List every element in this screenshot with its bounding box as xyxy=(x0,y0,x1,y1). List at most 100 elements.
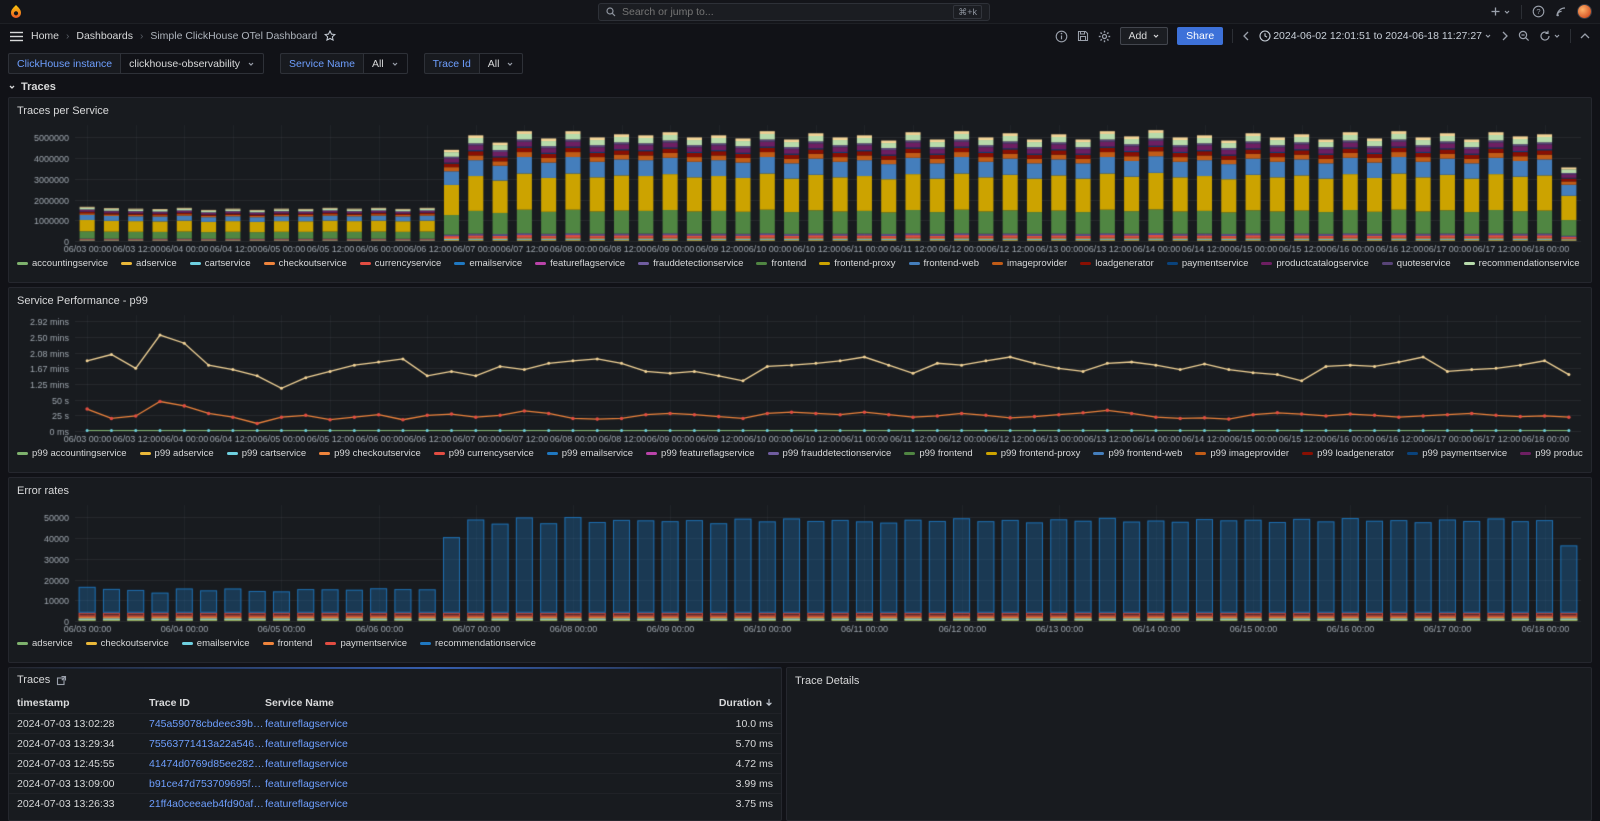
cell-service-link[interactable]: featureflagservice xyxy=(265,778,371,790)
variable-value-dropdown[interactable]: clickhouse-observability xyxy=(120,53,264,74)
legend-item[interactable]: recommendationservice xyxy=(420,638,536,649)
legend-item[interactable]: accountingservice xyxy=(17,258,108,269)
col-trace-id[interactable]: Trace ID xyxy=(149,697,265,709)
legend-item[interactable]: p99 loadgenerator xyxy=(1302,448,1394,459)
legend-item[interactable]: checkoutservice xyxy=(264,258,347,269)
table-row: 2024-07-03 13:02:28745a59078cbdeec39b7..… xyxy=(9,713,781,733)
cell-trace-id-link[interactable]: 745a59078cbdeec39b7... xyxy=(149,718,265,730)
legend-item[interactable]: adservice xyxy=(17,638,73,649)
time-range-text: 2024-06-02 12:01:51 to 2024-06-18 11:27:… xyxy=(1273,30,1482,42)
news-icon[interactable] xyxy=(1555,6,1567,18)
time-back-icon[interactable] xyxy=(1242,31,1250,41)
legend-item[interactable]: recommendationservice xyxy=(1464,258,1580,269)
dashboard-insights-icon[interactable] xyxy=(1055,30,1068,43)
panel-title[interactable]: Trace Details xyxy=(795,673,1583,689)
col-timestamp[interactable]: timestamp xyxy=(17,697,149,709)
time-forward-icon[interactable] xyxy=(1501,31,1509,41)
legend-item[interactable]: p99 productcatalogservice xyxy=(1520,448,1583,459)
legend-item[interactable]: emailservice xyxy=(182,638,250,649)
traces-per-service-chart[interactable] xyxy=(17,119,1585,255)
variable-label[interactable]: Trace Id xyxy=(424,53,479,74)
legend-item[interactable]: frontend-proxy xyxy=(819,258,895,269)
legend-item[interactable]: p99 paymentservice xyxy=(1407,448,1507,459)
legend-item[interactable]: paymentservice xyxy=(1167,258,1249,269)
legend-item[interactable]: productcatalogservice xyxy=(1261,258,1368,269)
breadcrumb-dashboards[interactable]: Dashboards xyxy=(76,30,133,42)
new-button[interactable] xyxy=(1490,6,1511,17)
cell-timestamp: 2024-07-03 13:26:33 xyxy=(17,798,149,810)
service-performance-chart[interactable] xyxy=(17,309,1585,445)
collapse-topbar-icon[interactable] xyxy=(1580,32,1590,40)
cell-service-link[interactable]: featureflagservice xyxy=(265,718,371,730)
legend-item[interactable]: frontend-web xyxy=(909,258,979,269)
legend-item[interactable]: checkoutservice xyxy=(86,638,169,649)
variable-value-dropdown[interactable]: All xyxy=(479,53,524,74)
legend-item[interactable]: frontend xyxy=(756,258,806,269)
legend-item[interactable]: p99 frontend-web xyxy=(1093,448,1182,459)
legend-item[interactable]: p99 accountingservice xyxy=(17,448,127,459)
add-button[interactable]: Add xyxy=(1120,27,1168,45)
variable-label[interactable]: ClickHouse instance xyxy=(8,53,120,74)
zoom-out-time-icon[interactable] xyxy=(1518,30,1530,42)
legend-item[interactable]: imageprovider xyxy=(992,258,1067,269)
cell-trace-id-link[interactable]: b91ce47d753709695f1d... xyxy=(149,778,265,790)
legend-item[interactable]: paymentservice xyxy=(325,638,407,649)
legend-label: p99 frontend xyxy=(919,448,972,459)
breadcrumb-home[interactable]: Home xyxy=(31,30,59,42)
dashboard-settings-icon[interactable] xyxy=(1098,30,1111,43)
legend-item[interactable]: frauddetectionservice xyxy=(638,258,743,269)
grafana-logo[interactable] xyxy=(8,4,24,20)
col-service-name[interactable]: Service Name xyxy=(265,697,371,709)
legend-item[interactable]: currencyservice xyxy=(360,258,442,269)
user-avatar[interactable] xyxy=(1577,4,1592,19)
legend-item[interactable]: loadgenerator xyxy=(1080,258,1154,269)
legend-item[interactable]: cartservice xyxy=(190,258,251,269)
legend-item[interactable]: quoteservice xyxy=(1382,258,1451,269)
cell-service-link[interactable]: featureflagservice xyxy=(265,798,371,810)
row-traces-toggle[interactable]: Traces xyxy=(8,79,56,95)
search-input[interactable] xyxy=(622,6,947,18)
cell-trace-id-link[interactable]: 21ff4a0ceeaeb4fd90af0... xyxy=(149,798,265,810)
variable-value-dropdown[interactable]: All xyxy=(363,53,408,74)
save-dashboard-icon[interactable] xyxy=(1077,30,1089,42)
legend-item[interactable]: p99 frontend-proxy xyxy=(986,448,1081,459)
legend-item[interactable]: featureflagservice xyxy=(535,258,625,269)
cell-trace-id-link[interactable]: 75563771413a22a54618... xyxy=(149,738,265,750)
time-range-picker[interactable]: 2024-06-02 12:01:51 to 2024-06-18 11:27:… xyxy=(1259,30,1492,42)
legend-label: paymentservice xyxy=(340,638,407,649)
legend-item[interactable]: p99 featureflagservice xyxy=(646,448,754,459)
legend-item[interactable]: p99 cartservice xyxy=(227,448,306,459)
col-duration[interactable]: Duration xyxy=(701,697,773,709)
legend-item[interactable]: frontend xyxy=(263,638,313,649)
legend-item[interactable]: p99 currencyservice xyxy=(434,448,534,459)
favorite-star-icon[interactable] xyxy=(324,30,336,42)
legend-item[interactable]: p99 frauddetectionservice xyxy=(768,448,892,459)
menu-toggle-icon[interactable] xyxy=(10,31,23,42)
legend-label: p99 paymentservice xyxy=(1422,448,1507,459)
legend-item[interactable]: p99 emailservice xyxy=(547,448,633,459)
panel-title[interactable]: Error rates xyxy=(17,483,1583,499)
search-bar[interactable]: ⌘+k xyxy=(598,3,990,21)
panel-links-icon[interactable] xyxy=(56,675,67,686)
error-rates-chart[interactable] xyxy=(17,499,1585,635)
share-button[interactable]: Share xyxy=(1177,27,1223,45)
legend-item[interactable]: p99 imageprovider xyxy=(1195,448,1289,459)
legend-item[interactable]: p99 checkoutservice xyxy=(319,448,421,459)
panel-title[interactable]: Traces xyxy=(17,672,50,688)
panel-traces-table: Traces timestamp Trace ID Service Name D… xyxy=(8,667,782,821)
variable-label[interactable]: Service Name xyxy=(280,53,363,74)
legend-item[interactable]: adservice xyxy=(121,258,177,269)
breadcrumb-separator: › xyxy=(140,31,143,42)
cell-trace-id-link[interactable]: 41474d0769d85ee2828... xyxy=(149,758,265,770)
legend-item[interactable]: p99 frontend xyxy=(904,448,972,459)
panel-title[interactable]: Service Performance - p99 xyxy=(17,293,1583,309)
legend-item[interactable]: p99 adservice xyxy=(140,448,214,459)
cell-service-link[interactable]: featureflagservice xyxy=(265,758,371,770)
refresh-button[interactable] xyxy=(1539,30,1561,42)
legend-label: p99 emailservice xyxy=(562,448,633,459)
cell-service-link[interactable]: featureflagservice xyxy=(265,738,371,750)
panel-title[interactable]: Traces per Service xyxy=(17,103,1583,119)
help-icon[interactable]: ? xyxy=(1532,5,1545,18)
legend-item[interactable]: emailservice xyxy=(454,258,522,269)
legend-marker xyxy=(454,262,465,265)
